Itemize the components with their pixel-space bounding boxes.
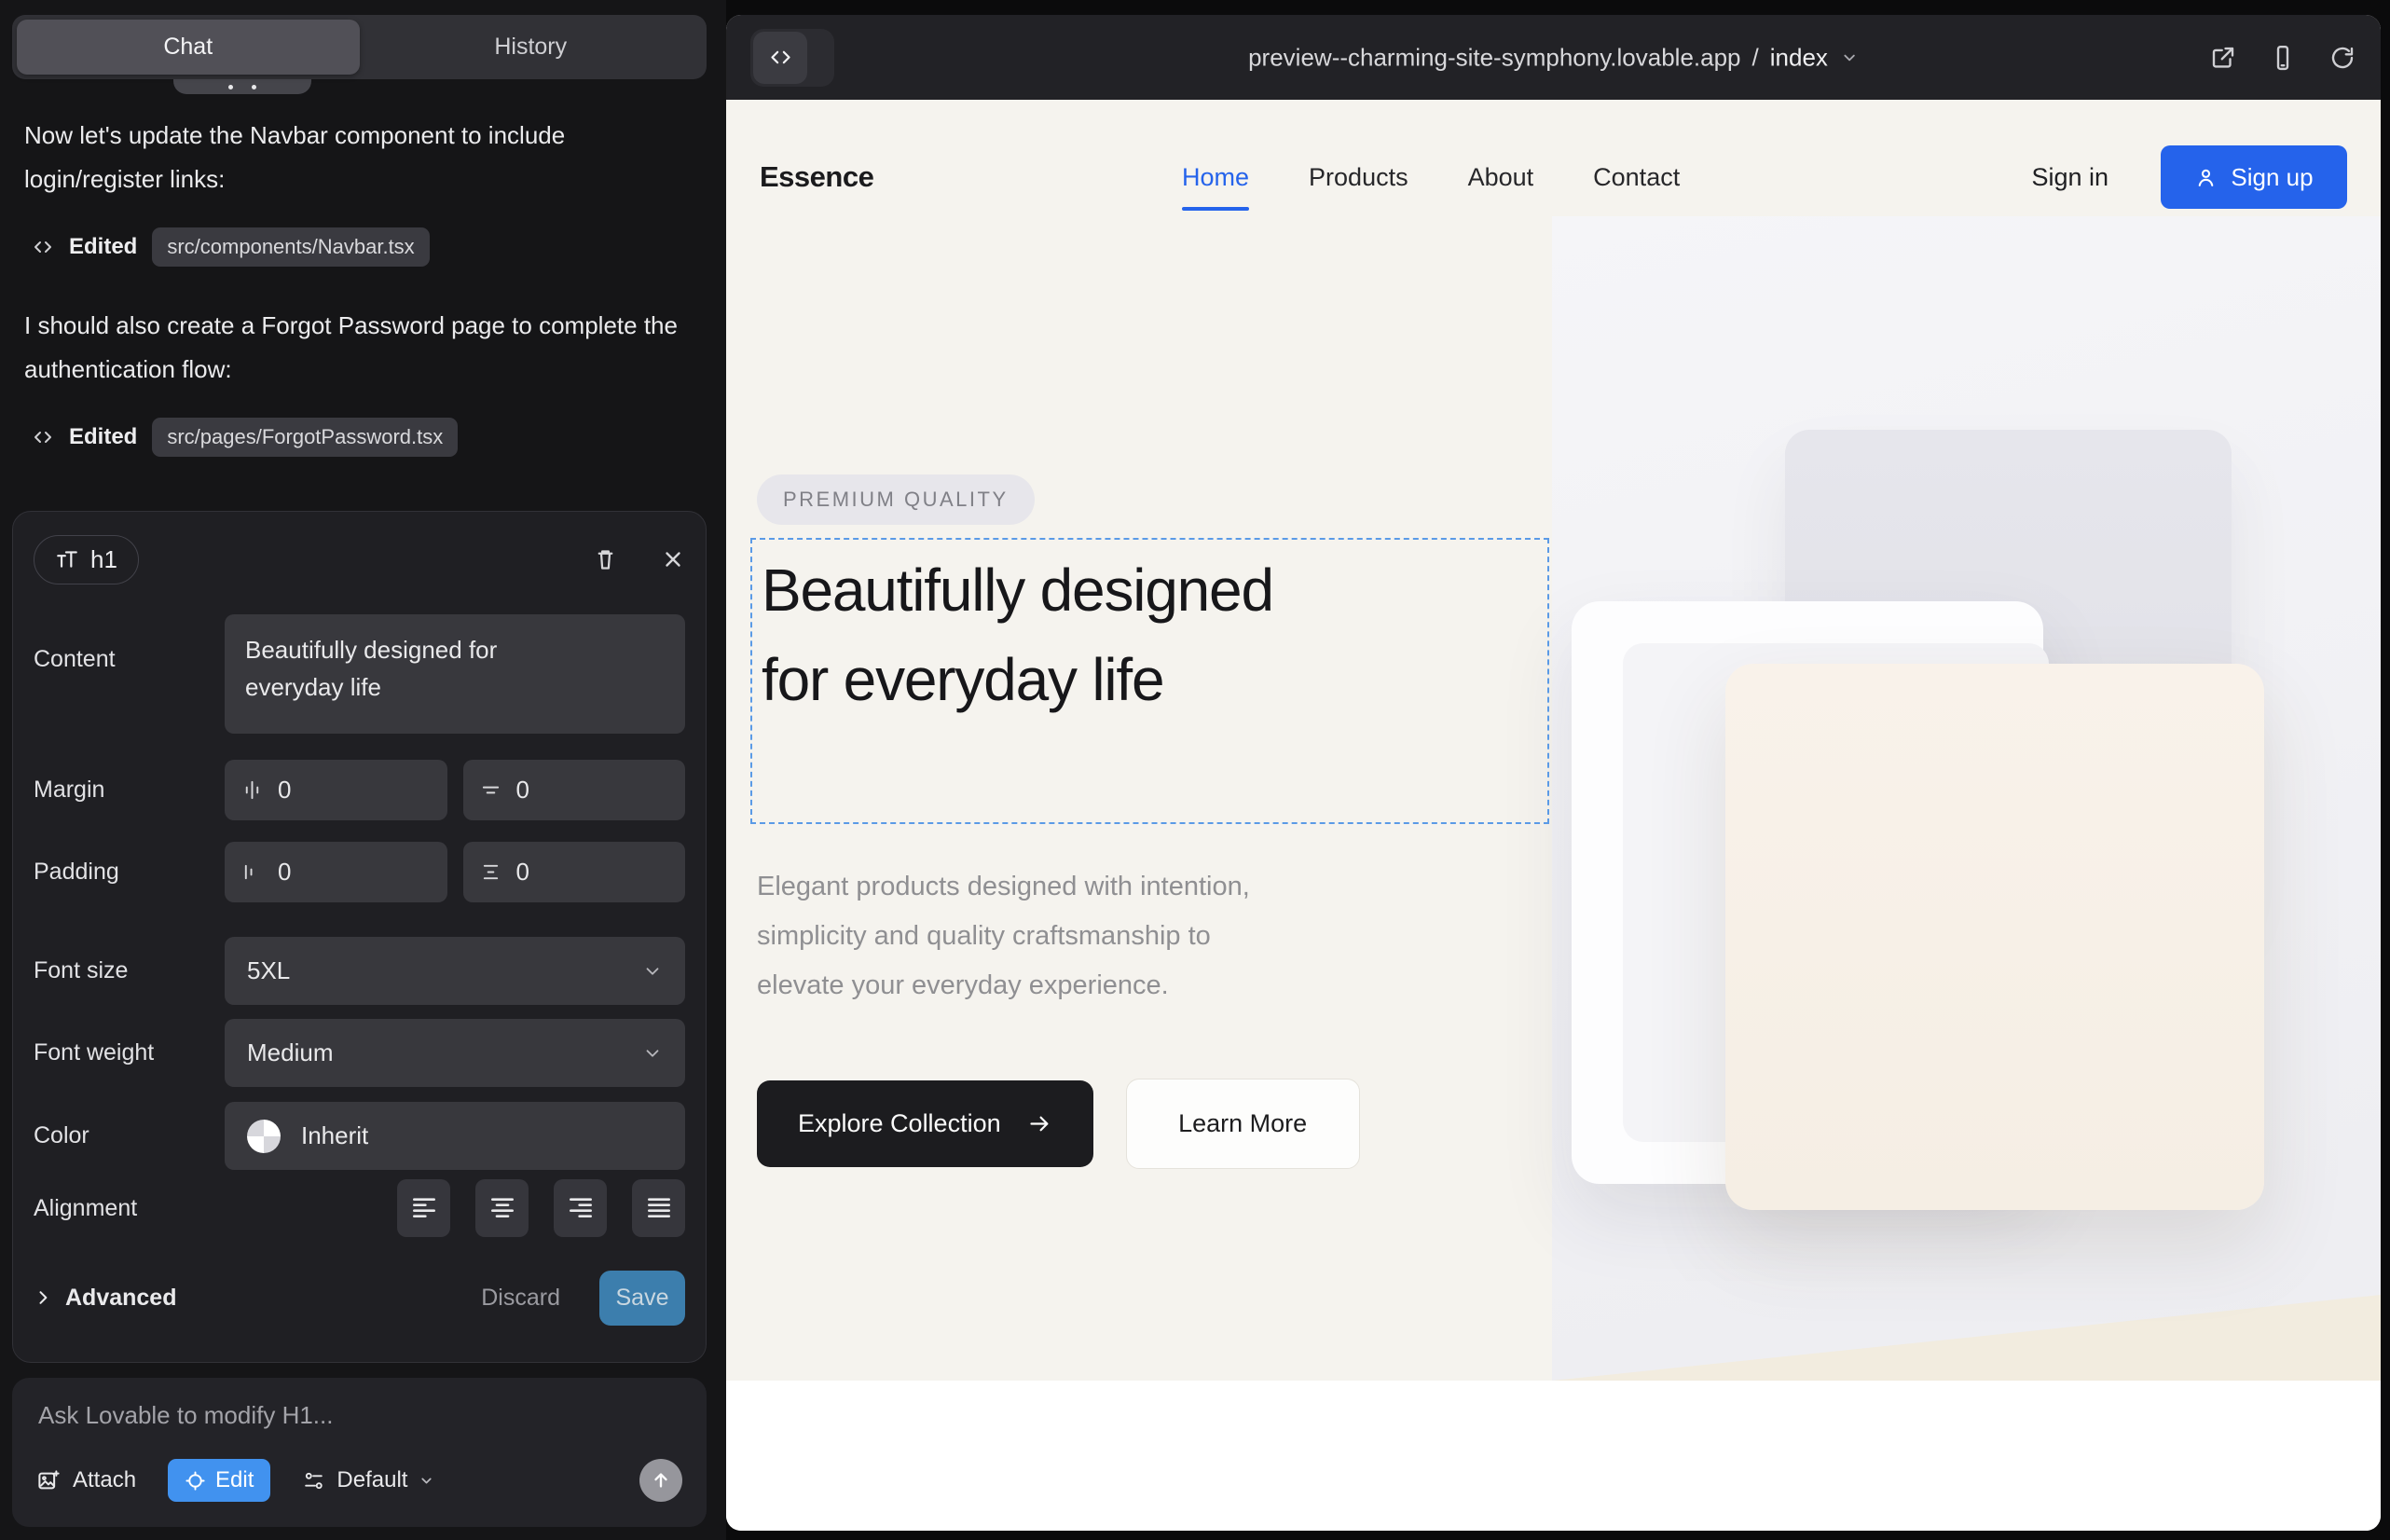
preview-url: preview--charming-site-symphony.lovable.… bbox=[1248, 43, 1740, 72]
margin-vertical-icon bbox=[480, 779, 501, 801]
preview-panel: preview--charming-site-symphony.lovable.… bbox=[726, 15, 2381, 1531]
sliders-icon bbox=[302, 1469, 325, 1492]
color-swatch bbox=[247, 1120, 281, 1153]
save-button[interactable]: Save bbox=[599, 1271, 685, 1326]
color-select[interactable]: Inherit bbox=[225, 1102, 685, 1170]
align-right-button[interactable] bbox=[554, 1179, 607, 1237]
content-label: Content bbox=[34, 646, 225, 673]
advanced-toggle[interactable]: Advanced bbox=[34, 1285, 176, 1312]
close-icon[interactable] bbox=[661, 547, 685, 571]
mobile-view-icon[interactable] bbox=[2269, 44, 2297, 72]
margin-x-input[interactable]: 0 bbox=[225, 760, 447, 820]
user-icon bbox=[2194, 166, 2218, 189]
site-navbar: Essence Home Products About Contact Sign… bbox=[726, 126, 2381, 228]
learn-more-button[interactable]: Learn More bbox=[1126, 1079, 1360, 1169]
align-center-button[interactable] bbox=[475, 1179, 529, 1237]
padding-y-input[interactable]: 0 bbox=[463, 842, 686, 902]
content-input[interactable]: Beautifully designed for everyday life bbox=[225, 614, 685, 734]
discard-button[interactable]: Discard bbox=[481, 1285, 560, 1312]
nav-link-home[interactable]: Home bbox=[1182, 163, 1249, 192]
file-edit-row[interactable]: Edited src/components/Navbar.tsx bbox=[32, 226, 707, 268]
edit-mode-button[interactable]: Edit bbox=[168, 1459, 270, 1502]
selected-element-pill[interactable]: h1 bbox=[34, 535, 139, 584]
composer-input[interactable] bbox=[36, 1400, 686, 1431]
file-edit-row[interactable]: Edited src/pages/ForgotPassword.tsx bbox=[32, 416, 707, 459]
code-icon bbox=[753, 32, 807, 84]
file-chip[interactable]: src/pages/ForgotPassword.tsx bbox=[152, 418, 458, 457]
hero-description: Elegant products designed with intention… bbox=[757, 862, 1250, 1011]
open-external-icon[interactable] bbox=[2209, 44, 2237, 72]
preview-url-bar[interactable]: preview--charming-site-symphony.lovable.… bbox=[1248, 43, 1859, 72]
arrow-right-icon bbox=[1027, 1111, 1052, 1136]
tab-history[interactable]: History bbox=[360, 20, 703, 75]
url-separator: / bbox=[1752, 43, 1759, 72]
font-weight-label: Font weight bbox=[34, 1039, 225, 1066]
align-justify-button[interactable] bbox=[632, 1179, 685, 1237]
file-chip[interactable]: src/components/Navbar.tsx bbox=[152, 227, 429, 267]
hero-diagonal-accent bbox=[1552, 1295, 2381, 1381]
send-button[interactable] bbox=[639, 1459, 682, 1502]
margin-horizontal-icon bbox=[241, 779, 263, 801]
decor-card-peach bbox=[1725, 664, 2264, 1210]
alignment-label: Alignment bbox=[34, 1195, 225, 1222]
padding-x-input[interactable]: 0 bbox=[225, 842, 447, 902]
type-icon bbox=[55, 547, 79, 571]
margin-y-input[interactable]: 0 bbox=[463, 760, 686, 820]
element-editor-panel: h1 Content Beautifully designed for ever… bbox=[12, 511, 707, 1363]
margin-label: Margin bbox=[34, 777, 225, 804]
lovable-workspace: Chat History Now let's update the Navbar… bbox=[0, 0, 2390, 1540]
font-size-label: Font size bbox=[34, 957, 225, 984]
delete-element-icon[interactable] bbox=[593, 547, 618, 572]
padding-horizontal-icon bbox=[241, 861, 263, 883]
nav-link-about[interactable]: About bbox=[1468, 163, 1534, 192]
target-icon bbox=[185, 1470, 206, 1492]
padding-vertical-icon bbox=[480, 861, 501, 883]
preview-page: index bbox=[1770, 43, 1828, 72]
hero-heading[interactable]: Beautifully designed for everyday life bbox=[762, 545, 1284, 724]
code-view-toggle[interactable] bbox=[750, 29, 834, 87]
refresh-icon[interactable] bbox=[2328, 44, 2356, 72]
chat-message: Now let's update the Navbar component to… bbox=[24, 114, 707, 201]
chat-message-list: Now let's update the Navbar component to… bbox=[24, 114, 707, 494]
hero-section: Essence Home Products About Contact Sign… bbox=[726, 100, 2381, 1381]
edited-label: Edited bbox=[69, 234, 137, 260]
nav-link-products[interactable]: Products bbox=[1309, 163, 1408, 192]
selected-heading-outline[interactable]: Beautifully designed for everyday life bbox=[750, 538, 1549, 824]
chevron-down-icon bbox=[642, 1043, 663, 1064]
selected-tag-label: h1 bbox=[90, 545, 117, 574]
padding-label: Padding bbox=[34, 859, 225, 886]
attach-button[interactable]: Attach bbox=[36, 1467, 136, 1493]
tab-chat[interactable]: Chat bbox=[17, 20, 360, 75]
site-logo[interactable]: Essence bbox=[760, 160, 873, 194]
mode-select[interactable]: Default bbox=[302, 1467, 434, 1493]
chat-message: I should also create a Forgot Password p… bbox=[24, 304, 707, 392]
nav-links: Home Products About Contact bbox=[1182, 126, 1680, 228]
code-icon bbox=[32, 426, 54, 448]
code-icon bbox=[32, 236, 54, 258]
premium-quality-badge: PREMIUM QUALITY bbox=[757, 474, 1035, 525]
attach-image-icon bbox=[36, 1468, 62, 1493]
sign-in-link[interactable]: Sign in bbox=[2031, 163, 2108, 192]
chevron-down-icon bbox=[1841, 48, 1859, 66]
sidebar-tabbar: Chat History bbox=[12, 15, 707, 79]
align-left-button[interactable] bbox=[397, 1179, 450, 1237]
nav-link-contact[interactable]: Contact bbox=[1593, 163, 1680, 192]
preview-toolbar: preview--charming-site-symphony.lovable.… bbox=[726, 15, 2381, 100]
color-label: Color bbox=[34, 1122, 225, 1149]
chevron-right-icon bbox=[34, 1288, 52, 1307]
chevron-down-icon bbox=[642, 961, 663, 982]
edited-label: Edited bbox=[69, 424, 137, 450]
chevron-down-icon bbox=[419, 1473, 434, 1489]
chat-sidebar: Chat History Now let's update the Navbar… bbox=[0, 0, 726, 1540]
chat-composer: Attach Edit Default bbox=[12, 1378, 707, 1527]
sign-up-button[interactable]: Sign up bbox=[2161, 145, 2347, 209]
site-preview: Essence Home Products About Contact Sign… bbox=[726, 100, 2381, 1531]
font-size-select[interactable]: 5XL bbox=[225, 937, 685, 1005]
font-weight-select[interactable]: Medium bbox=[225, 1019, 685, 1087]
explore-collection-button[interactable]: Explore Collection bbox=[757, 1080, 1093, 1167]
